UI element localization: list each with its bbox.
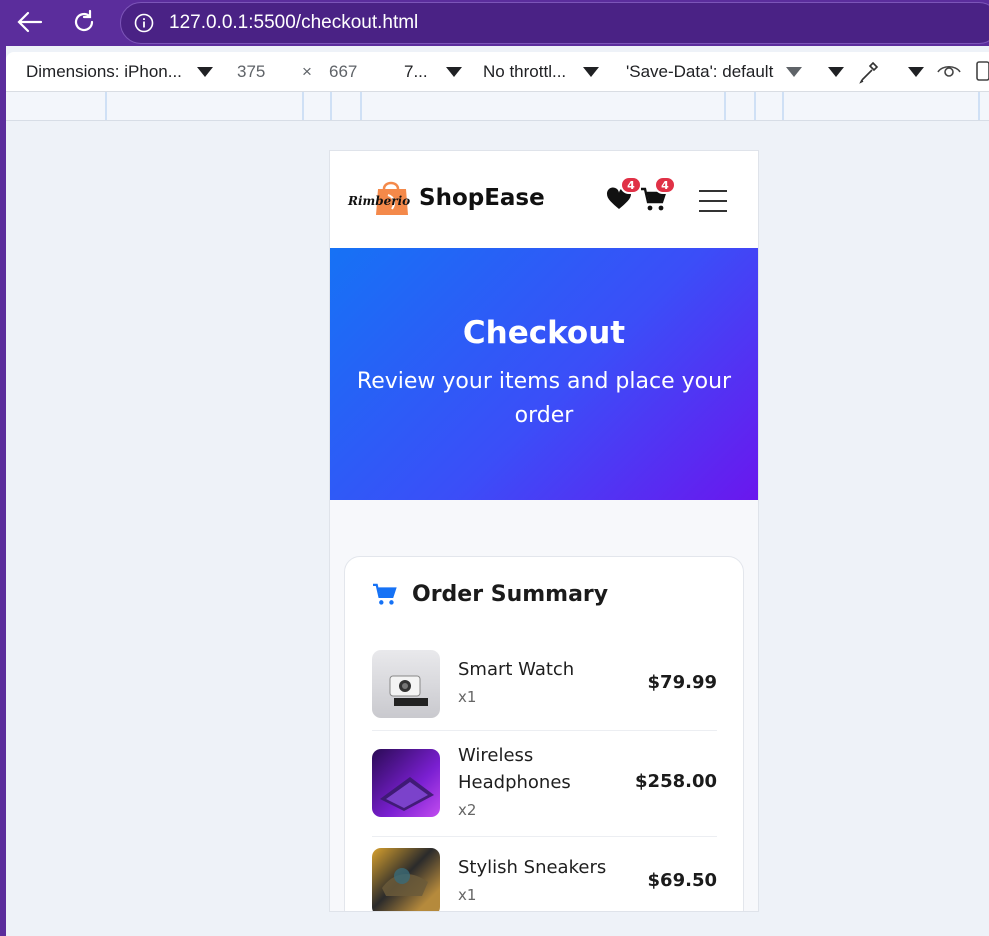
wishlist-badge: 4 bbox=[620, 176, 642, 194]
item-quantity: x1 bbox=[458, 688, 477, 706]
rotate-icon[interactable] bbox=[976, 60, 989, 87]
vision-dropdown[interactable] bbox=[908, 62, 924, 82]
reload-button[interactable] bbox=[68, 6, 100, 38]
item-quantity: x2 bbox=[458, 801, 477, 819]
dropdown-arrow-icon bbox=[582, 67, 599, 77]
cart-badge: 4 bbox=[654, 176, 676, 194]
throttling-label: No throttl... bbox=[483, 62, 567, 81]
menu-icon[interactable] bbox=[699, 190, 727, 212]
reload-icon bbox=[74, 9, 94, 32]
site-header: Rimberio ShopEase 4 4 bbox=[330, 151, 758, 248]
item-name: Stylish Sneakers bbox=[458, 857, 607, 878]
dimensions-select[interactable]: Dimensions: iPhon... bbox=[26, 62, 213, 82]
dropdown-arrow-icon bbox=[786, 67, 803, 77]
item-name: Wireless Headphones bbox=[458, 745, 571, 793]
checkout-hero: Checkout Review your items and place you… bbox=[330, 248, 758, 500]
zoom-label: 7... bbox=[404, 62, 428, 81]
dropdown-arrow-icon bbox=[828, 67, 844, 77]
page-title: Checkout bbox=[462, 315, 626, 351]
dropdown-arrow-icon bbox=[908, 67, 924, 77]
dimension-separator: × bbox=[302, 62, 312, 81]
item-price: $69.50 bbox=[647, 870, 717, 891]
site-info-icon[interactable] bbox=[133, 12, 155, 34]
logo[interactable]: Rimberio bbox=[348, 179, 410, 219]
dropdown-arrow-icon bbox=[446, 67, 463, 77]
item-price: $258.00 bbox=[635, 771, 717, 792]
more-options-dropdown[interactable] bbox=[828, 62, 844, 82]
order-item[interactable]: Stylish Sneakers x1 $69.50 bbox=[372, 848, 717, 911]
item-quantity: x1 bbox=[458, 886, 477, 904]
wireless-headphones-image bbox=[380, 777, 434, 811]
save-data-label: 'Save-Data': default bbox=[626, 62, 774, 81]
wishlist-button[interactable]: 4 bbox=[606, 176, 642, 213]
page-subtitle: Review your items and place your order bbox=[356, 369, 732, 428]
order-item[interactable]: Wireless Headphones x2 $258.00 bbox=[372, 745, 717, 837]
width-input[interactable]: 375 bbox=[237, 62, 265, 82]
order-summary-card: Order Summary Smart Watch x1 $79.99 Wire… bbox=[344, 556, 744, 911]
order-item[interactable]: Smart Watch x1 $79.99 bbox=[372, 650, 717, 731]
stylish-sneakers-image bbox=[382, 868, 428, 896]
dimensions-label: Dimensions: iPhon... bbox=[26, 62, 182, 81]
product-thumbnail bbox=[372, 749, 440, 817]
logo-text: Rimberio bbox=[348, 194, 411, 208]
eyedropper-icon[interactable] bbox=[858, 58, 882, 89]
product-thumbnail bbox=[372, 650, 440, 718]
device-toolbar: Dimensions: iPhon... 375 × 667 7... No t… bbox=[6, 52, 989, 92]
address-bar[interactable]: 127.0.0.1:5500/checkout.html bbox=[120, 2, 989, 44]
item-price: $79.99 bbox=[647, 672, 717, 693]
save-data-select[interactable]: 'Save-Data': default bbox=[626, 62, 803, 82]
cart-icon bbox=[373, 583, 397, 605]
media-query-ruler bbox=[6, 92, 989, 121]
dropdown-arrow-icon bbox=[196, 67, 213, 77]
height-input[interactable]: 667 bbox=[329, 62, 357, 82]
throttling-select[interactable]: No throttl... bbox=[483, 62, 599, 82]
device-viewport: Rimberio ShopEase 4 4 Checkout Review yo… bbox=[329, 150, 759, 912]
browser-titlebar: 127.0.0.1:5500/checkout.html bbox=[0, 0, 989, 46]
item-name: Smart Watch bbox=[458, 659, 575, 680]
back-arrow-icon bbox=[17, 11, 43, 33]
order-summary-header: Order Summary bbox=[372, 582, 608, 607]
smart-watch-image bbox=[389, 675, 428, 706]
back-button[interactable] bbox=[14, 6, 46, 38]
eye-icon[interactable] bbox=[936, 60, 962, 85]
cart-button[interactable]: 4 bbox=[640, 176, 676, 213]
product-thumbnail bbox=[372, 848, 440, 911]
brand-name: ShopEase bbox=[419, 185, 545, 211]
url-text: 127.0.0.1:5500/checkout.html bbox=[169, 12, 419, 33]
zoom-select[interactable]: 7... bbox=[404, 62, 463, 82]
order-summary-title: Order Summary bbox=[412, 582, 609, 607]
